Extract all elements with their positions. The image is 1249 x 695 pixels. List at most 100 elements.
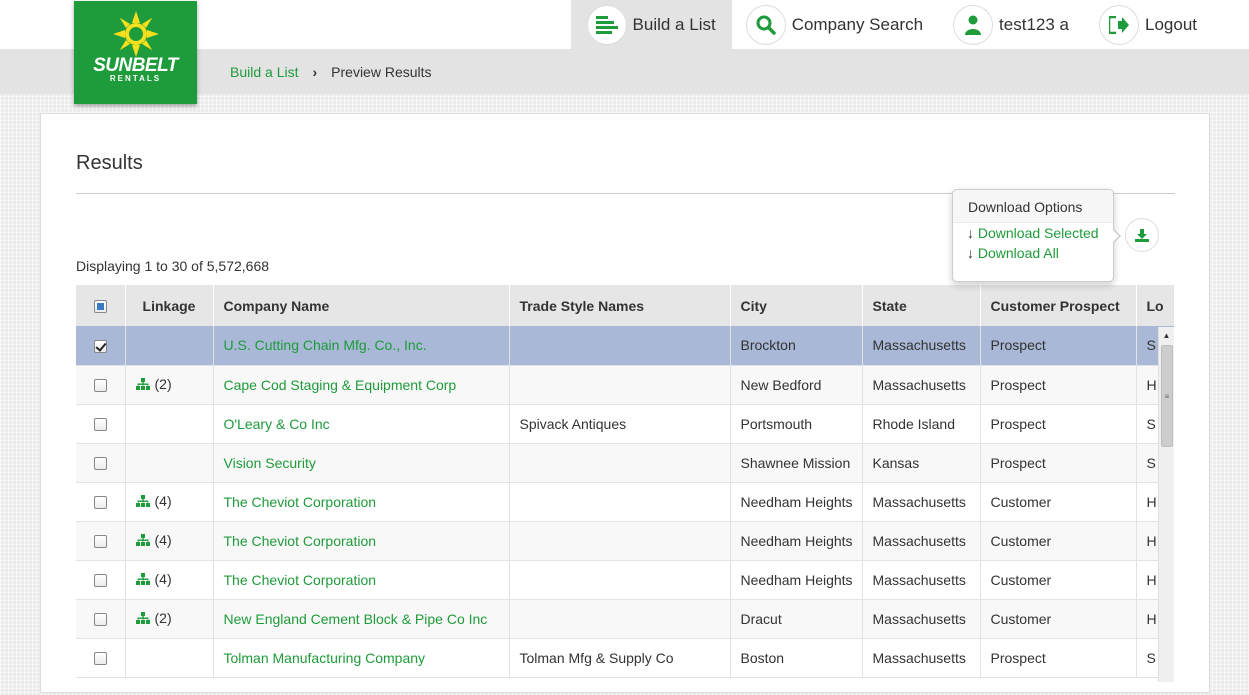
nav-build-list-label: Build a List: [632, 14, 716, 34]
linkage-link[interactable]: (2): [135, 376, 172, 392]
row-checkbox[interactable]: [93, 613, 107, 627]
results-count: Displaying 1 to 30 of 5,572,668: [76, 258, 270, 274]
page-title: Results: [76, 152, 143, 174]
linkage-cell: (4): [125, 482, 214, 522]
company-name-cell: The Cheviot Corporation: [213, 560, 510, 600]
linkage-count: (4): [154, 493, 172, 509]
download-selected-link[interactable]: ↓ Download Selected: [953, 223, 1113, 243]
org-chart-icon: [135, 378, 150, 390]
company-name-link[interactable]: The Cheviot Corporation: [224, 572, 377, 588]
table-row[interactable]: U.S. Cutting Chain Mfg. Co., Inc. Brockto…: [76, 326, 1174, 366]
scroll-up-icon[interactable]: ▲: [1159, 327, 1174, 343]
row-checkbox[interactable]: [93, 340, 107, 354]
table-row[interactable]: (2) New England Cement Block & Pipe Co In…: [76, 599, 1174, 639]
nav-company-search[interactable]: Company Search: [732, 0, 939, 49]
select-all-header: [76, 285, 126, 326]
linkage-link[interactable]: (4): [135, 532, 172, 548]
row-checkbox[interactable]: [93, 379, 107, 393]
trade-style-cell: [509, 443, 731, 483]
breadcrumb: Build a List › Preview Results: [230, 64, 432, 80]
user-icon: [953, 4, 994, 45]
company-name-cell: The Cheviot Corporation: [213, 482, 510, 522]
col-header-location[interactable]: Lo: [1136, 285, 1174, 326]
customer-prospect-cell: Customer: [980, 560, 1137, 600]
table-row[interactable]: Tolman Manufacturing Company Tolman Mfg &…: [76, 638, 1174, 678]
customer-prospect-cell: Prospect: [980, 326, 1137, 366]
company-name-link[interactable]: O'Leary & Co Inc: [224, 416, 330, 432]
table-row[interactable]: (2) Cape Cod Staging & Equipment Corp New …: [76, 365, 1174, 405]
table-row[interactable]: Vision Security Shawnee Mission Kansas Pros…: [76, 443, 1174, 483]
search-icon: [745, 4, 786, 45]
col-header-state[interactable]: State: [862, 285, 981, 326]
nav-build-list[interactable]: Build a List: [570, 0, 732, 49]
nav-logout[interactable]: Logout: [1085, 0, 1249, 49]
row-checkbox[interactable]: [93, 535, 107, 549]
company-name-link[interactable]: Cape Cod Staging & Equipment Corp: [224, 377, 457, 393]
results-table: Linkage Company Name Trade Style Names C…: [76, 285, 1174, 678]
download-arrow-icon: ↓: [967, 225, 974, 241]
customer-prospect-cell: Prospect: [980, 365, 1137, 405]
linkage-cell: (2): [125, 599, 214, 639]
state-cell: Rhode Island: [862, 404, 981, 444]
company-name-cell: Tolman Manufacturing Company: [213, 638, 510, 678]
breadcrumb-build-list[interactable]: Build a List: [230, 64, 298, 80]
state-cell: Kansas: [862, 443, 981, 483]
company-name-link[interactable]: The Cheviot Corporation: [224, 494, 377, 510]
linkage-cell: (2): [125, 365, 214, 405]
breadcrumb-current: Preview Results: [331, 64, 432, 80]
col-header-city[interactable]: City: [730, 285, 863, 326]
linkage-link[interactable]: (4): [135, 571, 172, 587]
row-select-cell: [76, 365, 126, 405]
download-options-popover: Download Options ↓ Download Selected ↓ D…: [952, 189, 1121, 282]
table-row[interactable]: (4) The Cheviot Corporation Needham Height…: [76, 560, 1174, 600]
col-header-company-name[interactable]: Company Name: [213, 285, 510, 326]
download-selected-label: Download Selected: [977, 225, 1099, 241]
row-checkbox[interactable]: [93, 574, 107, 588]
customer-prospect-cell: Prospect: [980, 404, 1137, 444]
sunbelt-logo[interactable]: SUNBELT RENTALS: [74, 1, 197, 104]
nav-logout-label: Logout: [1145, 14, 1197, 34]
download-arrow-icon: ↓: [967, 245, 974, 261]
col-header-customer-prospect[interactable]: Customer Prospect: [980, 285, 1137, 326]
company-name-cell: U.S. Cutting Chain Mfg. Co., Inc.: [213, 326, 510, 366]
brand-sub: RENTALS: [109, 74, 162, 83]
main-nav: Build a List Company Search test123 a Lo…: [570, 0, 1249, 49]
logout-icon: [1099, 4, 1139, 45]
customer-prospect-cell: Customer: [980, 599, 1137, 639]
company-name-link[interactable]: Vision Security: [224, 455, 316, 471]
linkage-link[interactable]: (2): [135, 610, 172, 626]
nav-user[interactable]: test123 a: [939, 0, 1085, 49]
row-checkbox[interactable]: [93, 457, 107, 471]
trade-style-cell: [509, 599, 731, 639]
linkage-cell: [125, 443, 214, 483]
row-checkbox[interactable]: [93, 418, 107, 432]
linkage-link[interactable]: (4): [135, 493, 172, 509]
company-name-link[interactable]: Tolman Manufacturing Company: [224, 650, 426, 666]
company-name-cell: Cape Cod Staging & Equipment Corp: [213, 365, 510, 405]
customer-prospect-cell: Customer: [980, 521, 1137, 561]
company-name-link[interactable]: U.S. Cutting Chain Mfg. Co., Inc.: [224, 337, 427, 353]
scrollbar-thumb[interactable]: ≡: [1161, 345, 1173, 447]
company-name-link[interactable]: The Cheviot Corporation: [224, 533, 377, 549]
org-chart-icon: [135, 534, 150, 546]
table-row[interactable]: (4) The Cheviot Corporation Needham Height…: [76, 521, 1174, 561]
download-button[interactable]: [1125, 218, 1159, 252]
download-all-link[interactable]: ↓ Download All: [953, 243, 1113, 263]
trade-style-cell: [509, 521, 731, 561]
table-row[interactable]: O'Leary & Co Inc Spivack Antiques Portsmou…: [76, 404, 1174, 444]
row-checkbox[interactable]: [93, 652, 107, 666]
table-row[interactable]: (4) The Cheviot Corporation Needham Height…: [76, 482, 1174, 522]
trade-style-cell: [509, 326, 731, 366]
row-checkbox[interactable]: [93, 496, 107, 510]
table-scrollbar[interactable]: ▲ ≡: [1158, 327, 1174, 682]
col-header-linkage[interactable]: Linkage: [125, 285, 214, 326]
company-name-link[interactable]: New England Cement Block & Pipe Co Inc: [224, 611, 488, 627]
col-header-trade-style[interactable]: Trade Style Names: [509, 285, 731, 326]
download-options-header: Download Options: [953, 190, 1113, 223]
org-chart-icon: [135, 495, 150, 507]
row-select-cell: [76, 560, 126, 600]
select-all-checkbox[interactable]: [93, 300, 107, 314]
city-cell: Boston: [730, 638, 863, 678]
row-select-cell: [76, 599, 126, 639]
org-chart-icon: [135, 573, 150, 585]
